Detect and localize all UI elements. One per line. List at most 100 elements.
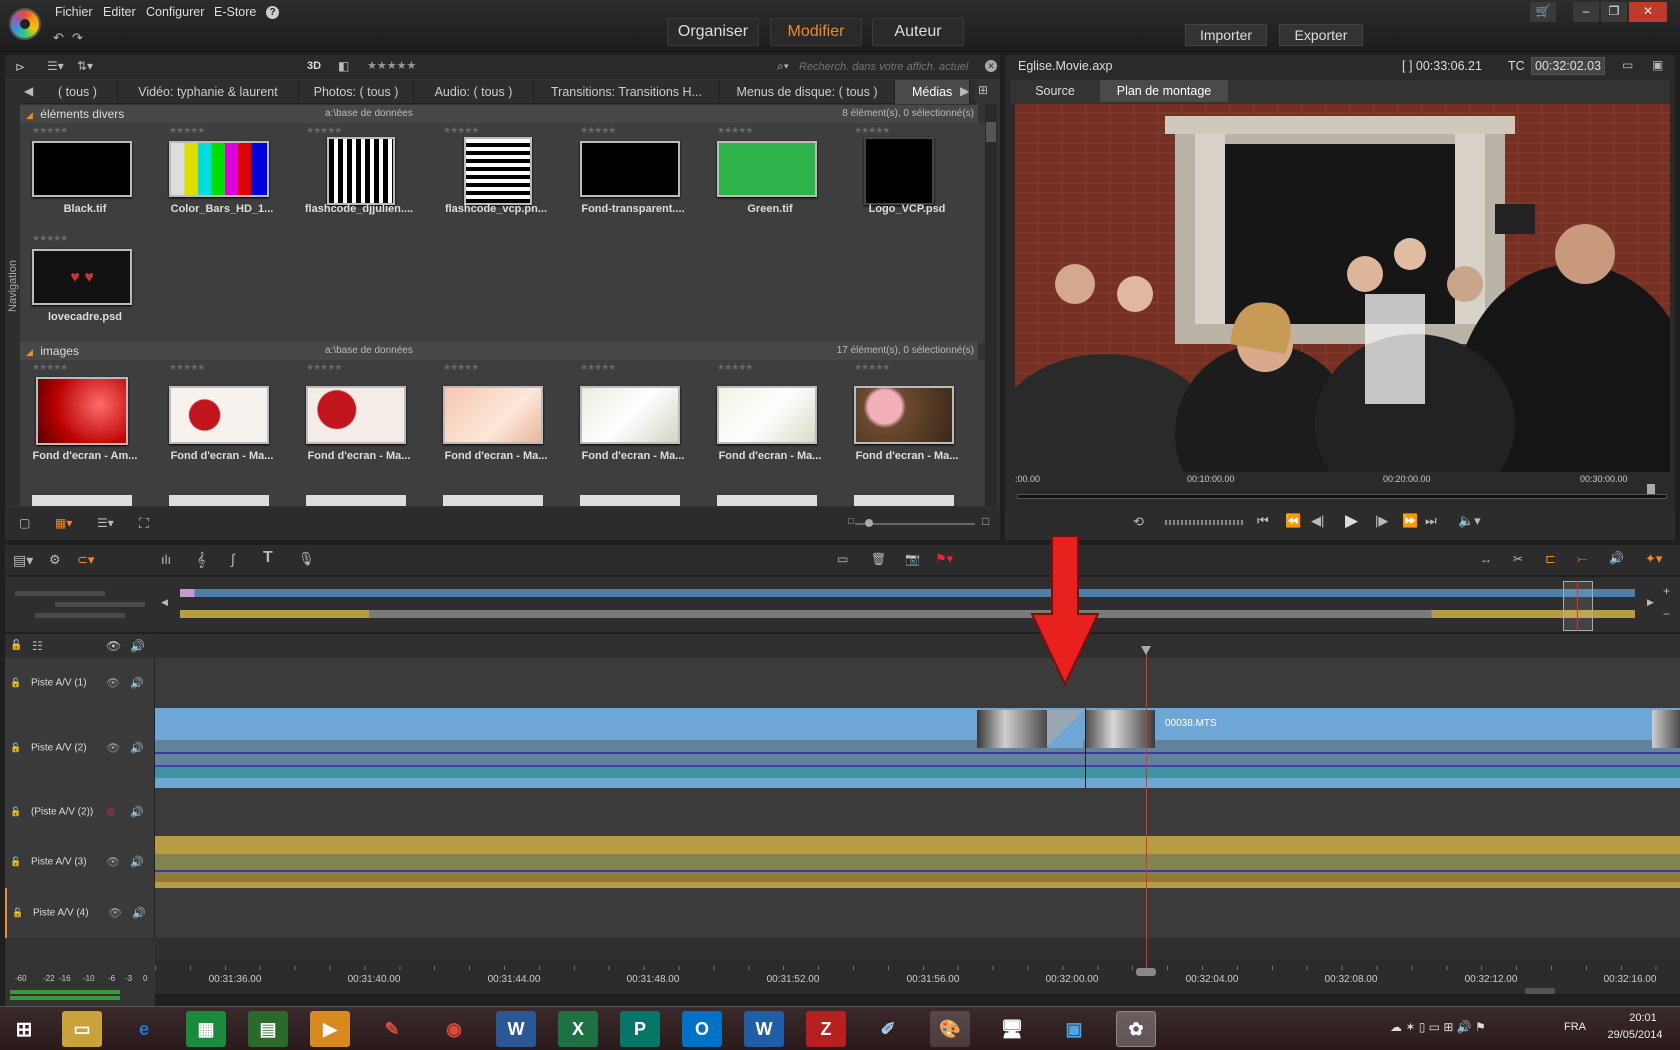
- storyboard-icon[interactable]: ▭: [837, 552, 848, 566]
- media-item[interactable]: ★★★★★ Fond-transparent....: [568, 125, 688, 225]
- media-item[interactable]: ★★★★★ Fond d'ecran - Ma...: [431, 362, 551, 462]
- close-button[interactable]: ✕: [1629, 2, 1667, 22]
- title-text-icon[interactable]: T: [263, 549, 273, 567]
- trim-icon[interactable]: ⊏: [1545, 551, 1556, 567]
- timecode-field[interactable]: 00:32:02.03: [1531, 57, 1606, 75]
- lock-icon[interactable]: 🔓: [10, 678, 21, 689]
- lock-all-icon[interactable]: 🔓: [10, 640, 22, 651]
- previous-icon[interactable]: ⏪: [1285, 513, 1301, 529]
- nav-modifier-button[interactable]: Modifier: [770, 18, 862, 46]
- rating-stars[interactable]: ★★★★★: [32, 362, 68, 373]
- playhead-handle[interactable]: [1141, 646, 1151, 655]
- media-item[interactable]: ★★★★★ Black.tif: [20, 125, 140, 225]
- rating-stars[interactable]: ★★★★★: [443, 362, 479, 373]
- audio-clip[interactable]: [155, 836, 1680, 888]
- sort-icon[interactable]: ⇅▾: [77, 59, 93, 73]
- tab-medias[interactable]: Médias ×: [895, 80, 970, 104]
- rating-stars[interactable]: ★★★★★: [169, 125, 205, 136]
- playhead-line[interactable]: [1146, 650, 1147, 975]
- rating-stars[interactable]: ★★★★★: [854, 362, 890, 373]
- rating-stars[interactable]: ★★★★★: [443, 125, 479, 136]
- word-icon[interactable]: W: [496, 1011, 536, 1047]
- tabs-left-arrow-icon[interactable]: ◀: [24, 84, 33, 98]
- media-item[interactable]: ★★★★★ Fond d'ecran - Am...: [20, 362, 140, 462]
- eye-icon[interactable]: 👁: [106, 856, 120, 869]
- language-indicator[interactable]: FRA: [1564, 1021, 1586, 1033]
- monitor-icon[interactable]: ▣: [1054, 1011, 1094, 1047]
- step-forward-icon[interactable]: |▶: [1375, 513, 1388, 529]
- track-settings-icon[interactable]: ▤▾: [13, 552, 33, 569]
- go-to-start-icon[interactable]: ⏮: [1257, 513, 1269, 529]
- eye-hidden-icon[interactable]: ⊘: [106, 806, 115, 819]
- menu-configurer[interactable]: Configurer: [146, 5, 204, 19]
- 3d-toggle[interactable]: 3D: [307, 60, 321, 72]
- rating-stars[interactable]: ★★★★★: [306, 125, 342, 136]
- help-icon[interactable]: ?: [266, 6, 279, 19]
- media-item[interactable]: ★★★★★ Logo_VCP.psd: [842, 125, 962, 225]
- track-header[interactable]: 🔓 Piste A/V (2) 👁 🔊: [5, 708, 155, 788]
- track-header[interactable]: 🔓 (Piste A/V (2)) ⊘ 🔊: [5, 788, 155, 836]
- timeline-ruler[interactable]: 00:31:36.00 00:31:40.00 00:31:44.00 00:3…: [155, 960, 1680, 994]
- media-item[interactable]: ★★★★★ Fond d'ecran - Ma...: [568, 362, 688, 462]
- lock-icon[interactable]: 🔓: [10, 743, 21, 754]
- media-item[interactable]: ★★★★★ flashcode_djjulien....: [294, 125, 414, 225]
- rating-stars[interactable]: ★★★★★: [717, 125, 753, 136]
- media-item[interactable]: ★★★★★ Green.tif: [705, 125, 825, 225]
- navigator-audio-track[interactable]: [180, 610, 1635, 618]
- start-button[interactable]: ⊞: [4, 1011, 44, 1047]
- preview-scrubber[interactable]: :00.00 00:10:00.00 00:20:00.00 00:30:00.…: [1015, 472, 1670, 502]
- thumbnail-size-slider[interactable]: [855, 519, 975, 527]
- soundtrack-icon[interactable]: ∫: [231, 551, 235, 567]
- media-item[interactable]: ★★★★★ ♥ ♥ lovecadre.psd: [20, 233, 140, 333]
- grid-view-icon[interactable]: ▦▾: [55, 516, 72, 530]
- exporter-button[interactable]: Exporter: [1279, 24, 1363, 46]
- filezilla-icon[interactable]: Z: [806, 1011, 846, 1047]
- speaker-icon[interactable]: 🔊: [130, 856, 144, 869]
- section-header-divers[interactable]: ◢ éléments divers a:\base de données 8 é…: [20, 105, 978, 123]
- remote-desktop-icon[interactable]: 🖥: [992, 1011, 1032, 1047]
- track-header[interactable]: 🔓 Piste A/V (3) 👁 🔊: [5, 836, 155, 888]
- flag-icon[interactable]: ◧: [338, 59, 349, 73]
- loop-icon[interactable]: ⟲: [1133, 514, 1144, 530]
- navigator-left-icon[interactable]: ◀: [161, 597, 168, 608]
- speaker-icon[interactable]: 🔊: [132, 907, 146, 920]
- pinnacle-studio-icon[interactable]: ✿: [1116, 1011, 1156, 1047]
- rating-stars[interactable]: ★★★★★: [32, 125, 68, 136]
- track-header[interactable]: 🔓 Piste A/V (4) 👁 🔊: [5, 888, 155, 938]
- play-icon[interactable]: ▶: [1345, 511, 1358, 531]
- eye-icon[interactable]: 👁: [106, 742, 120, 755]
- zoom-in-icon[interactable]: +: [1663, 584, 1670, 598]
- media-item[interactable]: ★★★★★ Fond d'ecran - Ma...: [842, 362, 962, 462]
- rating-stars[interactable]: ★★★★★: [580, 125, 616, 136]
- tab-transitions[interactable]: Transitions: Transitions H...: [534, 80, 720, 104]
- tab-video[interactable]: Vidéo: typhanie & laurent: [118, 80, 299, 104]
- section-header-images[interactable]: ◢ images a:\base de données 17 élément(s…: [20, 342, 978, 360]
- navigator-right-icon[interactable]: ▶: [1647, 597, 1654, 608]
- media-player-icon[interactable]: ▶: [310, 1011, 350, 1047]
- razor-icon[interactable]: ✂: [1513, 552, 1523, 566]
- slider-thumb[interactable]: [865, 519, 873, 527]
- rating-stars[interactable]: ★★★★★: [580, 362, 616, 373]
- scrub-track[interactable]: [1017, 494, 1667, 499]
- menu-estore[interactable]: E-Store: [214, 5, 256, 19]
- library-icon[interactable]: ▢: [19, 516, 30, 530]
- list-view-icon[interactable]: ☰▾: [47, 59, 64, 73]
- visibility-all-icon[interactable]: 👁: [106, 639, 121, 653]
- playhead-bottom-handle[interactable]: [1136, 968, 1156, 976]
- menu-editer[interactable]: Editer: [103, 5, 136, 19]
- timeline-scroll-thumb[interactable]: [1525, 988, 1555, 994]
- media-import-icon[interactable]: ⛶: [139, 515, 149, 532]
- add-tab-icon[interactable]: ⊞: [978, 83, 988, 97]
- nav-auteur-button[interactable]: Auteur: [872, 18, 964, 46]
- search-icon[interactable]: ⌕▾: [777, 59, 789, 74]
- tab-menus[interactable]: Menus de disque: ( tous ): [720, 80, 895, 104]
- speaker-icon[interactable]: 🔊: [130, 806, 144, 819]
- volume-icon[interactable]: 🔈▾: [1458, 513, 1481, 529]
- restore-button[interactable]: ❐: [1601, 2, 1627, 22]
- transition-marker[interactable]: [1047, 710, 1083, 748]
- rating-stars[interactable]: ★★★★★: [169, 362, 205, 373]
- shuttle-control[interactable]: [1165, 520, 1245, 525]
- navigator-video-track[interactable]: [180, 589, 1635, 597]
- zoom-out-icon[interactable]: −: [1663, 607, 1670, 621]
- scrub-handle[interactable]: [1647, 484, 1655, 494]
